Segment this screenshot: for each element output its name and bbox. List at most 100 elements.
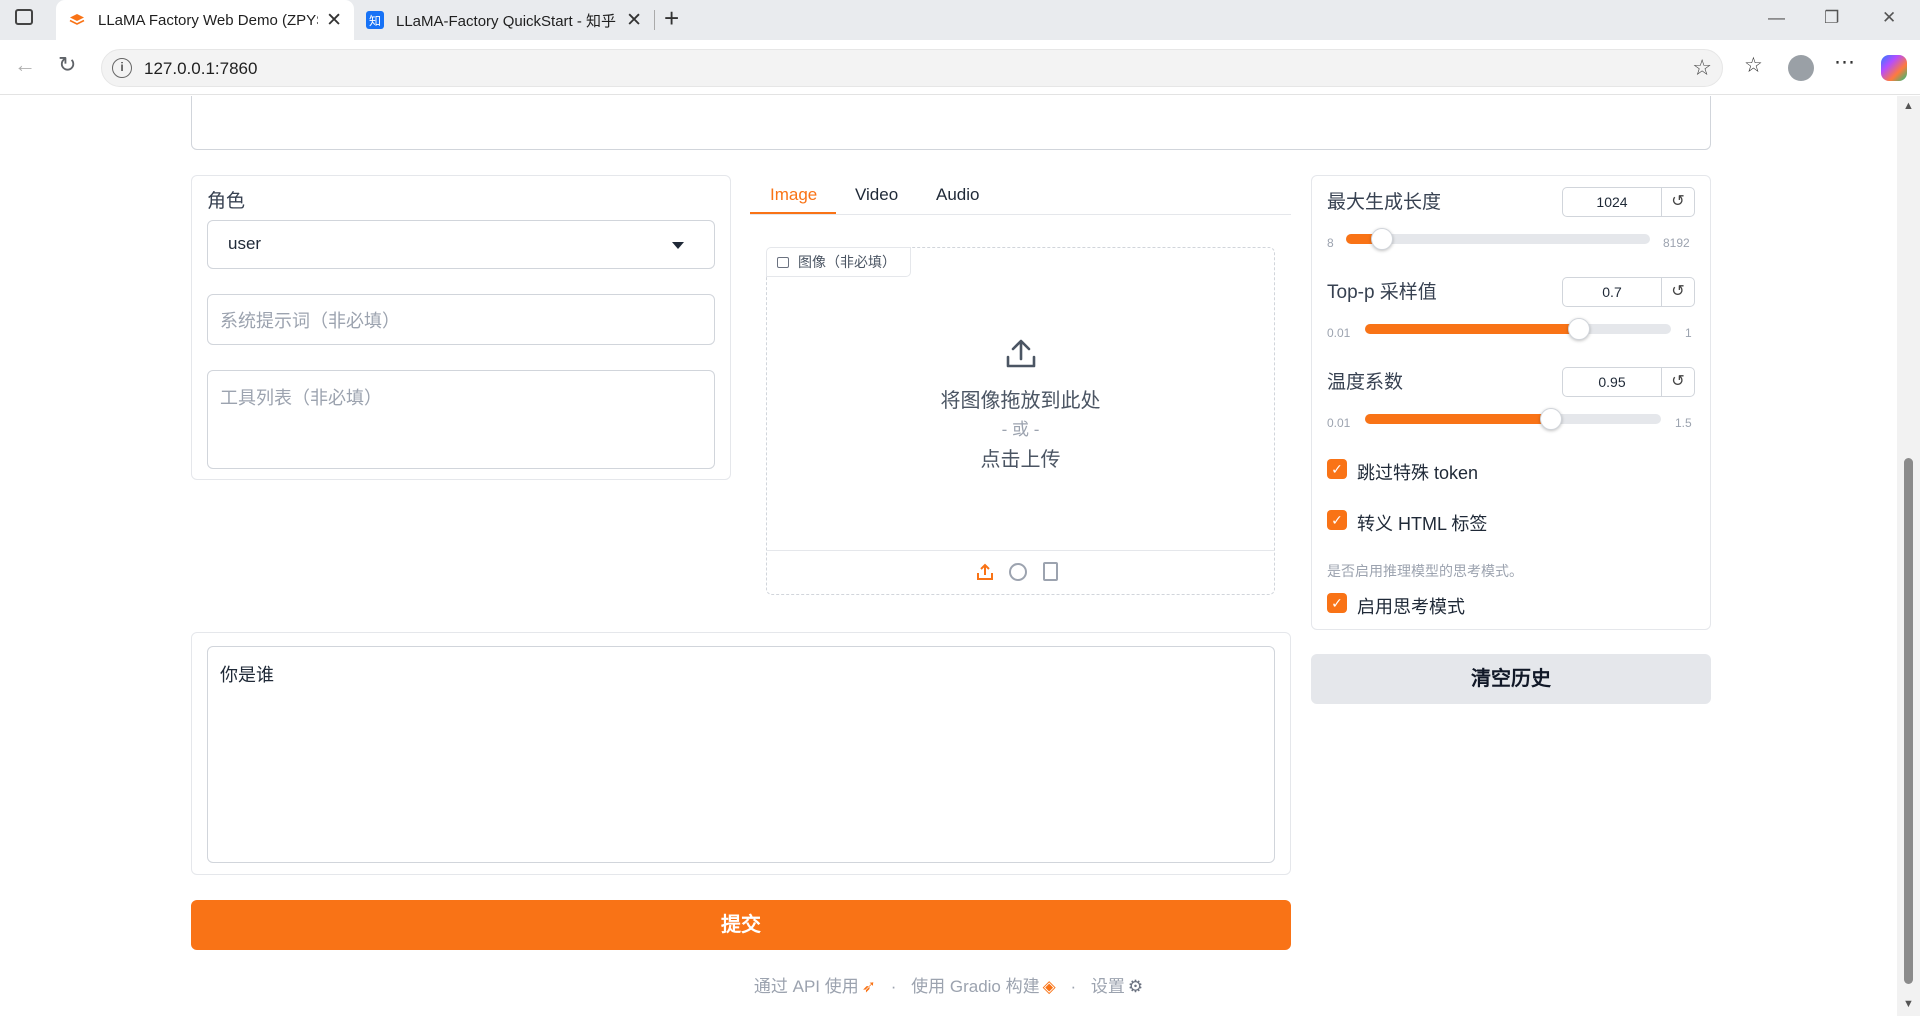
- top-p-min: 0.01: [1327, 326, 1351, 340]
- browser-tab-bar: LLaMA Factory Web Demo (ZPYSe ✕ 知 LLaMA-…: [0, 0, 1920, 40]
- minimize-icon[interactable]: —: [1768, 8, 1785, 28]
- close-tab-icon[interactable]: ✕: [326, 9, 342, 32]
- top-p-number[interactable]: 0.7 ↺: [1562, 277, 1695, 307]
- max-length-number[interactable]: 1024 ↺: [1562, 187, 1695, 217]
- slider-thumb[interactable]: [1371, 228, 1394, 250]
- tab-divider: [654, 10, 655, 30]
- rocket-icon: ➶: [861, 977, 876, 996]
- role-value: user: [228, 234, 262, 253]
- tools-field[interactable]: 工具列表（非必填）: [207, 370, 715, 469]
- settings-link[interactable]: 设置: [1091, 977, 1125, 996]
- scrollbar-thumb[interactable]: [1904, 458, 1913, 984]
- clear-history-button[interactable]: 清空历史: [1311, 654, 1711, 704]
- tab-title: LLaMA Factory Web Demo (ZPYSe: [98, 11, 318, 29]
- gradio-link[interactable]: 使用 Gradio 构建: [911, 977, 1039, 996]
- temperature-min: 0.01: [1327, 416, 1351, 430]
- top-p-value[interactable]: 0.7: [1563, 278, 1661, 306]
- api-link[interactable]: 通过 API 使用: [754, 977, 859, 996]
- reset-icon[interactable]: ↺: [1661, 188, 1694, 216]
- reload-icon[interactable]: ↻: [58, 52, 76, 78]
- footer-separator: ·: [1070, 977, 1077, 996]
- gradio-page: 角色 user 系统提示词（非必填） 工具列表（非必填） Image Video…: [0, 96, 1897, 1016]
- role-label: 角色: [207, 191, 246, 212]
- profile-avatar[interactable]: [1788, 55, 1814, 81]
- temperature-number[interactable]: 0.95 ↺: [1562, 367, 1695, 397]
- temperature-max: 1.5: [1675, 416, 1692, 430]
- thinking-checkbox[interactable]: ✓: [1327, 593, 1347, 613]
- top-textarea[interactable]: [191, 96, 1711, 150]
- favorites-icon[interactable]: ☆: [1744, 53, 1763, 78]
- bookmark-star-icon[interactable]: ☆: [1692, 55, 1712, 81]
- page-scrollbar[interactable]: ▲ ▼: [1897, 96, 1920, 1016]
- skip-special-label: 跳过特殊 token: [1357, 463, 1479, 483]
- tab-title: LLaMA-Factory QuickStart - 知乎: [396, 12, 617, 30]
- upload-source-bar: [767, 550, 1274, 594]
- skip-special-checkbox[interactable]: ✓: [1327, 459, 1347, 479]
- restore-icon[interactable]: ❐: [1824, 8, 1839, 28]
- slider-fill: [1365, 414, 1552, 424]
- image-label: 图像（非必填）: [798, 254, 896, 270]
- slider-thumb[interactable]: [1540, 408, 1563, 430]
- max-length-max: 8192: [1663, 236, 1690, 250]
- reset-icon[interactable]: ↺: [1661, 368, 1694, 396]
- click-upload-text: 点击上传: [980, 449, 1061, 471]
- tab-video[interactable]: Video: [855, 185, 898, 205]
- webcam-icon[interactable]: [1009, 563, 1027, 581]
- footer-separator: ·: [890, 977, 897, 996]
- upload-icon: [1005, 339, 1037, 374]
- tab-image[interactable]: Image: [770, 185, 817, 205]
- system-prompt-field[interactable]: 系统提示词（非必填）: [207, 294, 715, 345]
- temperature-label: 温度系数: [1327, 372, 1404, 393]
- image-upload-area[interactable]: 图像（非必填） 将图像拖放到此处 - 或 - 点击上传: [766, 247, 1275, 595]
- top-p-max: 1: [1685, 326, 1692, 340]
- more-menu-icon[interactable]: ⋯: [1834, 50, 1855, 75]
- upload-source-icon[interactable]: [976, 563, 994, 586]
- image-icon: [777, 256, 789, 268]
- temperature-value[interactable]: 0.95: [1563, 368, 1661, 396]
- close-tab-icon[interactable]: ✕: [626, 9, 642, 32]
- slider-thumb[interactable]: [1568, 318, 1591, 340]
- gradio-logo-icon: ◈: [1042, 977, 1056, 996]
- thinking-info: 是否启用推理模型的思考模式。: [1327, 563, 1523, 579]
- address-bar: ← ↻ i 127.0.0.1:7860 ☆ ☆ ⋯: [0, 40, 1920, 95]
- role-dropdown[interactable]: user: [207, 220, 715, 269]
- generation-params-panel: 最大生成长度 1024 ↺ 8 8192 Top-p 采样值 0.7 ↺ 0.0…: [1311, 175, 1711, 630]
- escape-html-checkbox[interactable]: ✓: [1327, 510, 1347, 530]
- drop-text: 将图像拖放到此处: [940, 390, 1101, 412]
- escape-html-label: 转义 HTML 标签: [1357, 514, 1488, 534]
- message-input[interactable]: 你是谁: [207, 646, 1275, 863]
- browser-tab-zhihu[interactable]: 知 LLaMA-Factory QuickStart - 知乎 ✕: [354, 0, 654, 40]
- slider-fill: [1365, 324, 1580, 334]
- reset-icon[interactable]: ↺: [1661, 278, 1694, 306]
- system-prompt-placeholder: 系统提示词（非必填）: [220, 311, 400, 331]
- back-icon[interactable]: ←: [14, 52, 36, 78]
- top-p-slider[interactable]: [1365, 318, 1671, 340]
- site-info-icon[interactable]: i: [112, 58, 132, 78]
- gear-icon[interactable]: ⚙: [1128, 977, 1143, 996]
- max-length-slider[interactable]: [1346, 228, 1650, 250]
- message-panel: 你是谁: [191, 632, 1291, 875]
- submit-button[interactable]: 提交: [191, 900, 1291, 950]
- scroll-down-icon[interactable]: ▼: [1903, 998, 1914, 1010]
- copilot-icon[interactable]: [1881, 55, 1907, 81]
- tab-audio[interactable]: Audio: [936, 185, 979, 205]
- role-settings-panel: 角色 user 系统提示词（非必填） 工具列表（非必填）: [191, 175, 731, 480]
- image-label-badge: 图像（非必填）: [766, 247, 911, 277]
- scroll-up-icon[interactable]: ▲: [1903, 100, 1914, 112]
- clipboard-icon[interactable]: [1043, 562, 1058, 581]
- sidebar-toggle-icon[interactable]: [15, 9, 33, 25]
- message-value: 你是谁: [220, 665, 274, 685]
- new-tab-button[interactable]: +: [664, 3, 679, 34]
- url-field[interactable]: i 127.0.0.1:7860 ☆: [101, 49, 1723, 87]
- or-text: - 或 -: [1001, 420, 1040, 439]
- temperature-slider[interactable]: [1365, 408, 1661, 430]
- max-length-label: 最大生成长度: [1327, 192, 1442, 213]
- chevron-down-icon: [672, 242, 684, 249]
- url-text: 127.0.0.1:7860: [144, 59, 258, 78]
- close-window-icon[interactable]: ✕: [1882, 8, 1896, 28]
- browser-tab-llama-demo[interactable]: LLaMA Factory Web Demo (ZPYSe ✕: [56, 0, 354, 40]
- footer: 通过 API 使用 ➶ · 使用 Gradio 构建 ◈ · 设置 ⚙: [0, 972, 1897, 997]
- tools-placeholder: 工具列表（非必填）: [220, 388, 382, 408]
- max-length-value[interactable]: 1024: [1563, 188, 1661, 216]
- thinking-label: 启用思考模式: [1357, 597, 1465, 617]
